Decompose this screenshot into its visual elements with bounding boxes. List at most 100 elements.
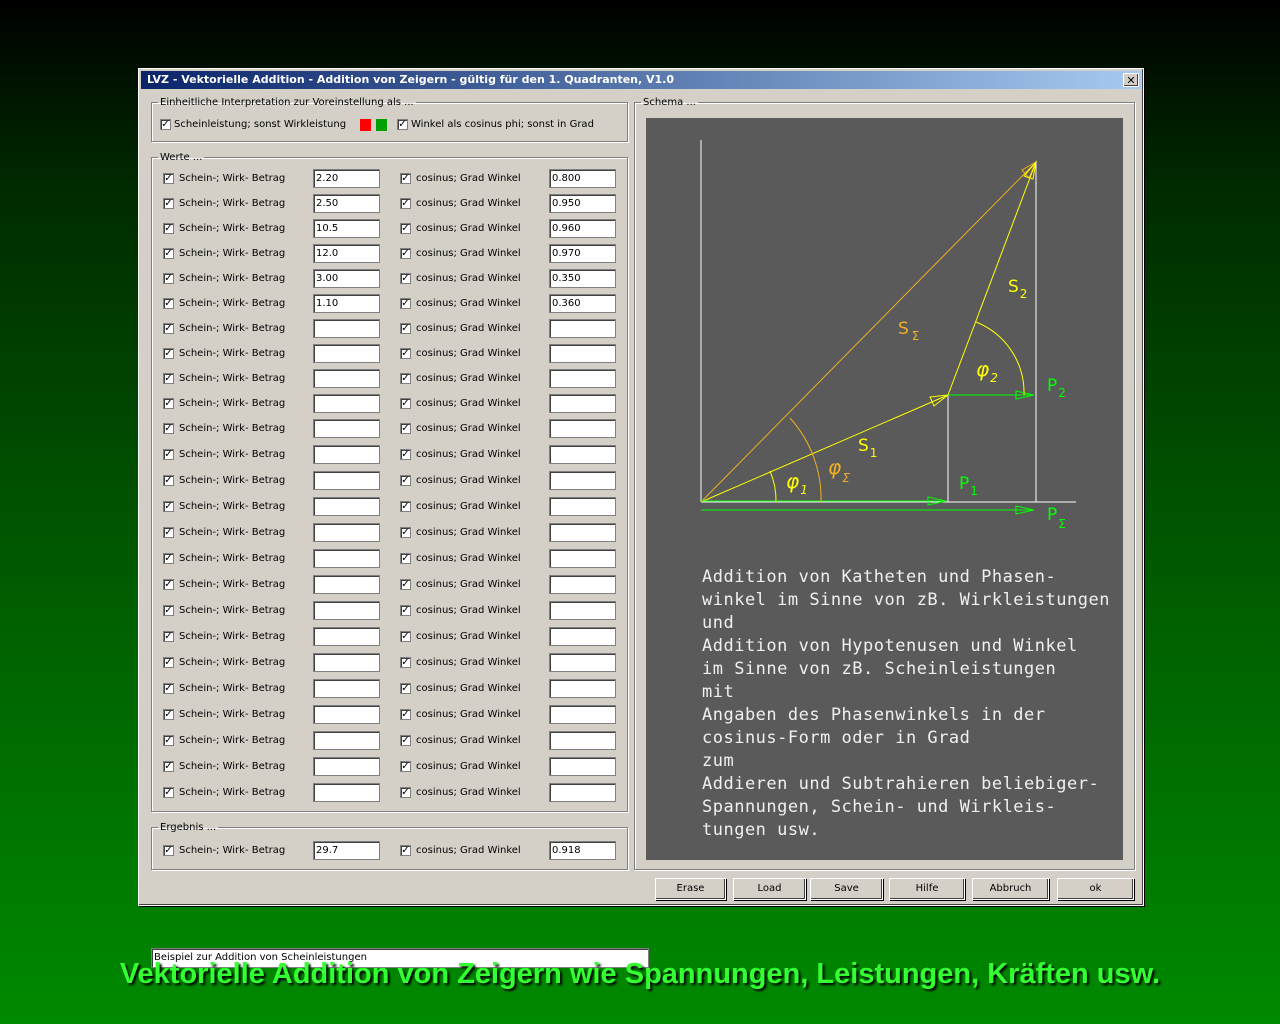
winkel-checkbox[interactable]: ✓ [400,605,411,616]
betrag-field[interactable] [313,497,380,516]
winkel-field[interactable] [549,783,616,802]
hilfe-button[interactable]: Hilfe [889,878,965,900]
winkel-field[interactable] [549,705,616,724]
betrag-field[interactable]: 2.50 [313,194,380,213]
ergebnis-betrag-field[interactable]: 29.7 [313,841,380,860]
betrag-field[interactable] [313,471,380,490]
betrag-checkbox[interactable]: ✓ [163,373,174,384]
winkel-field[interactable]: 0.950 [549,194,616,213]
winkel-checkbox[interactable]: ✓ [400,173,411,184]
winkel-checkbox[interactable]: ✓ [400,248,411,259]
winkel-checkbox[interactable]: ✓ [400,527,411,538]
winkel-field[interactable] [549,445,616,464]
betrag-checkbox[interactable]: ✓ [163,501,174,512]
ok-button[interactable]: ok [1057,878,1134,900]
betrag-field[interactable] [313,319,380,338]
winkel-field[interactable] [549,369,616,388]
winkel-checkbox[interactable]: ✓ [400,273,411,284]
betrag-field[interactable] [313,705,380,724]
winkel-field[interactable] [549,549,616,568]
betrag-checkbox[interactable]: ✓ [163,605,174,616]
betrag-checkbox[interactable]: ✓ [163,223,174,234]
betrag-field[interactable] [313,601,380,620]
save-button[interactable]: Save [810,878,883,900]
winkel-checkbox[interactable]: ✓ [400,631,411,642]
winkel-checkbox[interactable]: ✓ [400,553,411,564]
winkel-field[interactable] [549,497,616,516]
betrag-field[interactable] [313,445,380,464]
winkel-checkbox[interactable]: ✓ [400,449,411,460]
betrag-checkbox[interactable]: ✓ [163,553,174,564]
betrag-checkbox[interactable]: ✓ [163,398,174,409]
winkel-checkbox[interactable]: ✓ [400,373,411,384]
winkel-field[interactable]: 0.970 [549,244,616,263]
betrag-checkbox[interactable]: ✓ [163,449,174,460]
winkel-checkbox[interactable]: ✓ [400,223,411,234]
betrag-checkbox[interactable]: ✓ [163,709,174,720]
erase-button[interactable]: Erase [655,878,726,900]
winkel-field[interactable] [549,757,616,776]
winkel-field[interactable] [549,575,616,594]
winkel-checkbox[interactable]: ✓ [400,501,411,512]
winkel-checkbox[interactable]: ✓ [400,709,411,720]
winkel-checkbox[interactable]: ✓ [400,323,411,334]
winkel-field[interactable]: 0.350 [549,269,616,288]
betrag-checkbox[interactable]: ✓ [163,631,174,642]
betrag-checkbox[interactable]: ✓ [163,787,174,798]
winkel-checkbox[interactable]: ✓ [400,348,411,359]
betrag-checkbox[interactable]: ✓ [163,735,174,746]
betrag-checkbox[interactable]: ✓ [163,423,174,434]
betrag-checkbox[interactable]: ✓ [163,173,174,184]
betrag-field[interactable] [313,627,380,646]
betrag-field[interactable]: 12.0 [313,244,380,263]
betrag-field[interactable] [313,653,380,672]
ergebnis-winkel-checkbox[interactable]: ✓ [400,845,411,856]
betrag-field[interactable]: 3.00 [313,269,380,288]
winkel-field[interactable] [549,344,616,363]
betrag-checkbox[interactable]: ✓ [163,475,174,486]
winkel-field[interactable] [549,653,616,672]
load-button[interactable]: Load [733,878,806,900]
betrag-checkbox[interactable]: ✓ [163,298,174,309]
betrag-field[interactable] [313,394,380,413]
winkel-field[interactable] [549,419,616,438]
betrag-field[interactable] [313,783,380,802]
winkel-field[interactable] [549,394,616,413]
winkel-checkbox[interactable]: ✓ [400,787,411,798]
betrag-field[interactable]: 2.20 [313,169,380,188]
ergebnis-betrag-checkbox[interactable]: ✓ [163,845,174,856]
betrag-field[interactable] [313,757,380,776]
winkel-checkbox[interactable]: ✓ [400,683,411,694]
abbruch-button[interactable]: Abbruch [972,878,1049,900]
winkel-field[interactable] [549,627,616,646]
winkel-checkbox[interactable]: ✓ [400,198,411,209]
winkel-checkbox[interactable]: ✓ [400,735,411,746]
winkel-checkbox[interactable]: ✓ [397,119,408,130]
winkel-field[interactable] [549,319,616,338]
betrag-field[interactable] [313,679,380,698]
betrag-field[interactable] [313,344,380,363]
betrag-field[interactable] [313,523,380,542]
betrag-field[interactable] [313,575,380,594]
betrag-checkbox[interactable]: ✓ [163,761,174,772]
winkel-field[interactable] [549,523,616,542]
close-button[interactable]: ✕ [1123,73,1139,87]
betrag-checkbox[interactable]: ✓ [163,527,174,538]
winkel-checkbox[interactable]: ✓ [400,423,411,434]
winkel-field[interactable]: 0.360 [549,294,616,313]
betrag-field[interactable] [313,419,380,438]
ergebnis-winkel-field[interactable]: 0.918 [549,841,616,860]
betrag-field[interactable] [313,731,380,750]
winkel-field[interactable] [549,731,616,750]
betrag-checkbox[interactable]: ✓ [163,348,174,359]
winkel-checkbox[interactable]: ✓ [400,398,411,409]
betrag-checkbox[interactable]: ✓ [163,323,174,334]
winkel-field[interactable] [549,471,616,490]
betrag-checkbox[interactable]: ✓ [163,657,174,668]
betrag-checkbox[interactable]: ✓ [163,273,174,284]
betrag-checkbox[interactable]: ✓ [163,198,174,209]
schein-checkbox[interactable]: ✓ [160,119,171,130]
betrag-field[interactable]: 10.5 [313,219,380,238]
betrag-field[interactable]: 1.10 [313,294,380,313]
winkel-checkbox[interactable]: ✓ [400,475,411,486]
